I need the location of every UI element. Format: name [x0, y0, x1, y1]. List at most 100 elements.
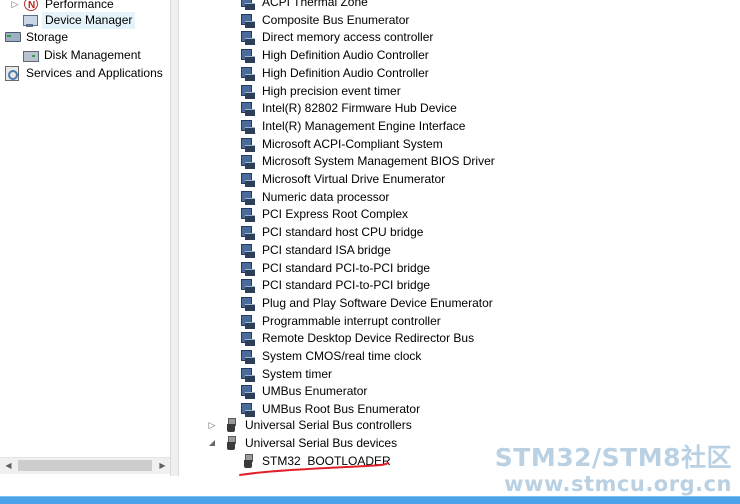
tree-item-device-manager[interactable]: Device Manager — [22, 11, 136, 29]
device-item[interactable]: Microsoft System Management BIOS Driver — [240, 152, 497, 170]
device-item[interactable]: Remote Desktop Device Redirector Bus — [240, 329, 476, 347]
device-label: High Definition Audio Controller — [262, 48, 429, 63]
device-label: Plug and Play Software Device Enumerator — [262, 295, 493, 310]
device-item[interactable]: Programmable interrupt controller — [240, 312, 443, 330]
device-label: Remote Desktop Device Redirector Bus — [262, 331, 475, 346]
device-item[interactable]: High precision event timer — [240, 82, 403, 100]
device-item[interactable]: System timer — [240, 365, 334, 383]
device-label: High Definition Audio Controller — [262, 65, 429, 80]
tree-item-label: Device Manager — [42, 11, 136, 29]
usb-icon — [223, 435, 239, 451]
watermark-line-1: STM32/STM8社区 — [494, 443, 732, 472]
pane-splitter[interactable] — [171, 0, 179, 476]
device-item[interactable]: Composite Bus Enumerator — [240, 11, 411, 29]
tree-item-label: Storage — [26, 30, 69, 44]
device-item[interactable]: Numeric data processor — [240, 188, 391, 206]
system-device-icon — [240, 0, 256, 10]
category-usb-controllers[interactable]: ▷ Universal Serial Bus controllers — [207, 416, 414, 434]
warning-overlay-icon — [248, 126, 256, 134]
system-device-icon — [240, 401, 256, 418]
device-label: Numeric data processor — [262, 189, 390, 204]
system-device-icon — [240, 171, 256, 187]
device-label: Composite Bus Enumerator — [262, 12, 410, 27]
device-item[interactable]: Microsoft Virtual Drive Enumerator — [240, 170, 447, 188]
performance-icon — [24, 0, 38, 15]
system-device-icon — [240, 260, 256, 276]
tree-item-label: Services and Applications — [26, 66, 163, 80]
scroll-right-icon[interactable]: ▶ — [154, 458, 170, 474]
device-item[interactable]: PCI standard host CPU bridge — [240, 223, 425, 241]
system-device-icon — [240, 118, 256, 134]
expand-arrow-icon[interactable]: ▷ — [207, 420, 217, 430]
device-label: Intel(R) Management Engine Interface — [262, 118, 466, 133]
device-item[interactable]: Microsoft ACPI-Compliant System — [240, 135, 445, 153]
system-device-icon — [240, 47, 256, 64]
category-label: Universal Serial Bus controllers — [245, 418, 412, 432]
system-device-icon — [240, 383, 256, 400]
disk-management-icon — [22, 47, 39, 63]
device-item[interactable]: Intel(R) Management Engine Interface — [240, 117, 467, 135]
tree-item-services-and-applications[interactable]: Services and Applications — [4, 64, 165, 82]
system-device-icon — [240, 366, 256, 382]
device-label: ACPI Thermal Zone — [262, 0, 368, 9]
system-device-icon — [240, 224, 256, 241]
device-item[interactable]: Direct memory access controller — [240, 28, 435, 46]
device-manager-icon — [22, 12, 38, 28]
red-underline-annotation — [239, 462, 389, 476]
device-item[interactable]: ACPI Thermal Zone — [240, 0, 370, 11]
taskbar — [0, 496, 740, 504]
device-label: PCI standard ISA bridge — [262, 242, 391, 257]
scroll-left-icon[interactable]: ◀ — [0, 458, 17, 474]
device-label: Microsoft ACPI-Compliant System — [262, 136, 443, 151]
device-item[interactable]: High Definition Audio Controller — [240, 46, 431, 64]
usb-icon — [223, 417, 239, 433]
expand-arrow-icon[interactable]: ▷ — [10, 0, 20, 9]
system-device-icon — [240, 153, 256, 170]
system-device-icon — [240, 12, 256, 28]
device-item[interactable]: High Definition Audio Controller — [240, 64, 431, 82]
device-item[interactable]: PCI standard ISA bridge — [240, 241, 393, 259]
collapse-arrow-icon[interactable]: ◢ — [207, 438, 217, 448]
device-item[interactable]: Plug and Play Software Device Enumerator — [240, 294, 495, 312]
device-tree-pane: ACPI Thermal Zone Composite Bus Enumerato… — [180, 0, 740, 476]
device-label: System timer — [262, 366, 333, 381]
device-label: UMBus Enumerator — [262, 384, 368, 399]
scrollbar-thumb[interactable] — [18, 460, 152, 471]
system-device-icon — [240, 348, 256, 364]
system-device-icon — [240, 83, 256, 99]
device-label: PCI standard PCI-to-PCI bridge — [262, 278, 431, 293]
console-tree-pane: ▷ Performance Device Manager Storage Dis… — [0, 0, 171, 476]
system-device-icon — [240, 330, 256, 347]
device-label: System CMOS/real time clock — [262, 349, 422, 363]
system-device-icon — [240, 100, 256, 117]
system-device-icon — [240, 206, 256, 223]
device-label: Microsoft Virtual Drive Enumerator — [262, 172, 446, 186]
device-label: PCI standard PCI-to-PCI bridge — [262, 260, 431, 275]
system-device-icon — [240, 65, 256, 81]
device-label: High precision event timer — [262, 83, 401, 98]
device-label: PCI standard host CPU bridge — [262, 225, 424, 240]
tree-item-disk-management[interactable]: Disk Management — [22, 46, 143, 64]
system-device-icon — [240, 29, 256, 46]
device-item[interactable]: PCI standard PCI-to-PCI bridge — [240, 276, 432, 294]
horizontal-scrollbar[interactable]: ◀ ▶ — [0, 457, 170, 474]
device-label: Direct memory access controller — [262, 30, 434, 45]
system-device-icon — [240, 136, 256, 152]
device-item[interactable]: UMBus Enumerator — [240, 382, 369, 400]
device-item[interactable]: PCI standard PCI-to-PCI bridge — [240, 259, 432, 277]
system-device-icon — [240, 189, 256, 205]
device-item[interactable]: PCI Express Root Complex — [240, 205, 410, 223]
system-device-icon — [240, 295, 256, 311]
tree-item-label: Disk Management — [44, 48, 141, 62]
category-label: Universal Serial Bus devices — [245, 436, 398, 450]
system-device-icon — [240, 313, 256, 329]
device-label: Intel(R) 82802 Firmware Hub Device — [262, 101, 457, 116]
device-item[interactable]: Intel(R) 82802 Firmware Hub Device — [240, 99, 459, 117]
category-usb-devices[interactable]: ◢ Universal Serial Bus devices — [207, 434, 399, 452]
watermark-line-2: www.stmcu.org.cn — [504, 472, 732, 496]
device-label: Programmable interrupt controller — [262, 313, 441, 328]
device-label: PCI Express Root Complex — [262, 207, 409, 222]
device-label: Microsoft System Management BIOS Driver — [262, 154, 495, 169]
tree-item-storage[interactable]: Storage — [4, 28, 70, 46]
device-item[interactable]: System CMOS/real time clock — [240, 347, 423, 365]
